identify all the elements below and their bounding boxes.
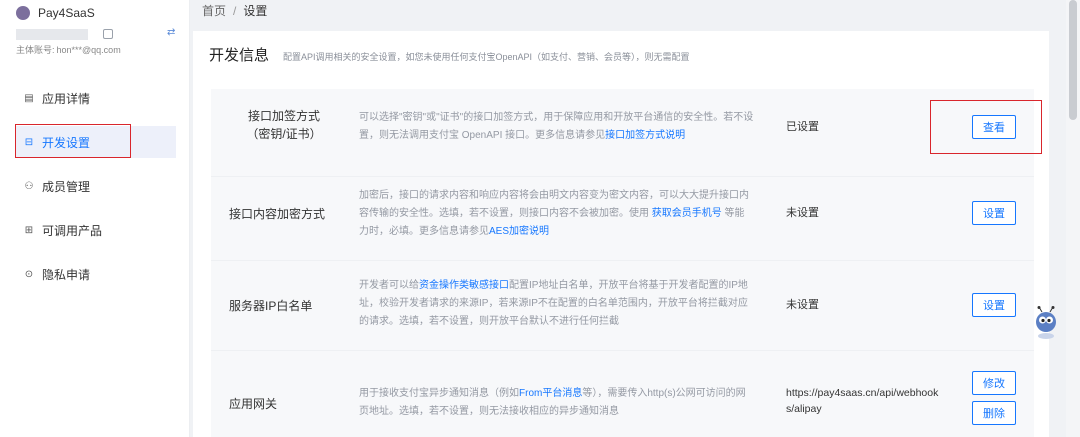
row-title: 接口内容加密方式: [229, 205, 325, 223]
highlight-box-view-button: [930, 100, 1042, 154]
row-description-text: 用于接收支付宝异步通知消息（例如: [359, 388, 519, 399]
status-text: 已设置: [786, 121, 819, 133]
card-description: 配置API调用相关的安全设置，如您未使用任何支付宝OpenAPI（如支付、营销、…: [283, 52, 690, 62]
app-detail-icon: ▤: [24, 92, 34, 104]
status-text: 未设置: [786, 299, 819, 311]
breadcrumb-current: 设置: [243, 4, 268, 18]
breadcrumb-separator: /: [233, 4, 237, 18]
copy-icon[interactable]: [103, 29, 113, 39]
app-name: Pay4SaaS: [38, 6, 95, 20]
row-title-line1: 接口加签方式: [247, 109, 320, 123]
highlight-box-dev-settings: [15, 124, 131, 158]
settings-table: 接口加签方式 （密钥/证书） 可以选择"密钥"或"证书"的接口加签方式，用于保障…: [211, 89, 1034, 437]
app-avatar: [16, 6, 30, 20]
sensitive-api-link[interactable]: 资金操作类敏感接口: [419, 280, 509, 291]
table-row: 应用网关 用于接收支付宝异步通知消息（例如From平台消息等），需要传入http…: [211, 351, 1034, 437]
sidebar-item-privacy[interactable]: ⊙ 隐私申请: [16, 258, 176, 290]
row-description: 用于接收支付宝异步通知消息（例如From平台消息等），需要传入http(s)公网…: [359, 385, 754, 421]
status-text: 未设置: [786, 207, 819, 219]
row-title: 应用网关: [229, 395, 277, 413]
member-phone-link[interactable]: 获取会员手机号: [652, 208, 722, 219]
edit-button[interactable]: 修改: [972, 371, 1016, 395]
row-title-line1: 接口内容加密方式: [229, 207, 326, 221]
account-label: 主体账号:: [16, 45, 55, 55]
account-email: hon***@qq.com: [56, 45, 121, 55]
gateway-url: https://pay4saas.cn/api/webhooks/alipay: [786, 387, 939, 415]
sidebar-item-products[interactable]: ⊞ 可调用产品: [16, 214, 176, 246]
table-row: 接口加签方式 （密钥/证书） 可以选择"密钥"或"证书"的接口加签方式，用于保障…: [211, 89, 1034, 177]
switch-app-icon[interactable]: ⇄: [167, 27, 175, 38]
sidebar-item-members[interactable]: ⚇ 成员管理: [16, 170, 176, 202]
sidebar-item-label: 成员管理: [42, 179, 91, 194]
card-header: 开发信息 配置API调用相关的安全设置，如您未使用任何支付宝OpenAPI（如支…: [209, 44, 690, 65]
platform-message-link[interactable]: From平台消息: [519, 388, 582, 399]
table-row: 服务器IP白名单 开发者可以给资金操作类敏感接口配置IP地址白名单，开放平台将基…: [211, 261, 1034, 351]
scrollbar-thumb[interactable]: [1069, 0, 1077, 120]
row-description: 可以选择"密钥"或"证书"的接口加签方式，用于保障应用和开放平台通信的安全性。若…: [359, 109, 754, 145]
products-icon: ⊞: [24, 224, 34, 236]
sign-method-doc-link[interactable]: 接口加签方式说明: [605, 130, 685, 141]
sidebar-item-label: 隐私申请: [42, 267, 91, 282]
redacted-account-id: [16, 29, 88, 40]
members-icon: ⚇: [24, 180, 34, 192]
assistant-mascot-icon[interactable]: [1034, 306, 1058, 340]
aes-doc-link[interactable]: AES加密说明: [489, 226, 549, 237]
breadcrumb: 首页 / 设置: [202, 2, 267, 19]
row-title-line2: （密钥/证书）: [246, 127, 322, 141]
set-button[interactable]: 设置: [972, 201, 1016, 225]
delete-button[interactable]: 删除: [972, 401, 1016, 425]
row-title-line1: 应用网关: [229, 397, 278, 411]
page-title: 开发信息: [209, 47, 270, 64]
sidebar-item-label: 应用详情: [42, 91, 91, 106]
row-title-line1: 服务器IP白名单: [229, 299, 313, 313]
set-button[interactable]: 设置: [972, 293, 1016, 317]
row-description-text: 可以选择"密钥"或"证书"的接口加签方式，用于保障应用和开放平台通信的安全性。若…: [359, 112, 754, 141]
sidebar-item-app-detail[interactable]: ▤ 应用详情: [16, 82, 176, 114]
account-info: 主体账号: hon***@qq.com: [16, 43, 123, 56]
row-description: 开发者可以给资金操作类敏感接口配置IP地址白名单，开放平台将基于开发者配置的IP…: [359, 277, 754, 331]
brand: Pay4SaaS: [16, 6, 95, 20]
sidebar: Pay4SaaS ⇄ 主体账号: hon***@qq.com ▤ 应用详情 ⊟ 开…: [0, 0, 190, 437]
row-description-text: 开发者可以给: [359, 280, 419, 291]
table-row: 接口内容加密方式 加密后，接口的请求内容和响应内容将会由明文内容变为密文内容，可…: [211, 177, 1034, 261]
privacy-icon: ⊙: [24, 268, 34, 280]
row-title: 接口加签方式 （密钥/证书）: [229, 107, 339, 143]
row-title: 服务器IP白名单: [229, 297, 312, 315]
sidebar-item-label: 可调用产品: [42, 223, 103, 238]
breadcrumb-home[interactable]: 首页: [202, 4, 226, 18]
row-description: 加密后，接口的请求内容和响应内容将会由明文内容变为密文内容，可以大大提升接口内容…: [359, 187, 754, 241]
